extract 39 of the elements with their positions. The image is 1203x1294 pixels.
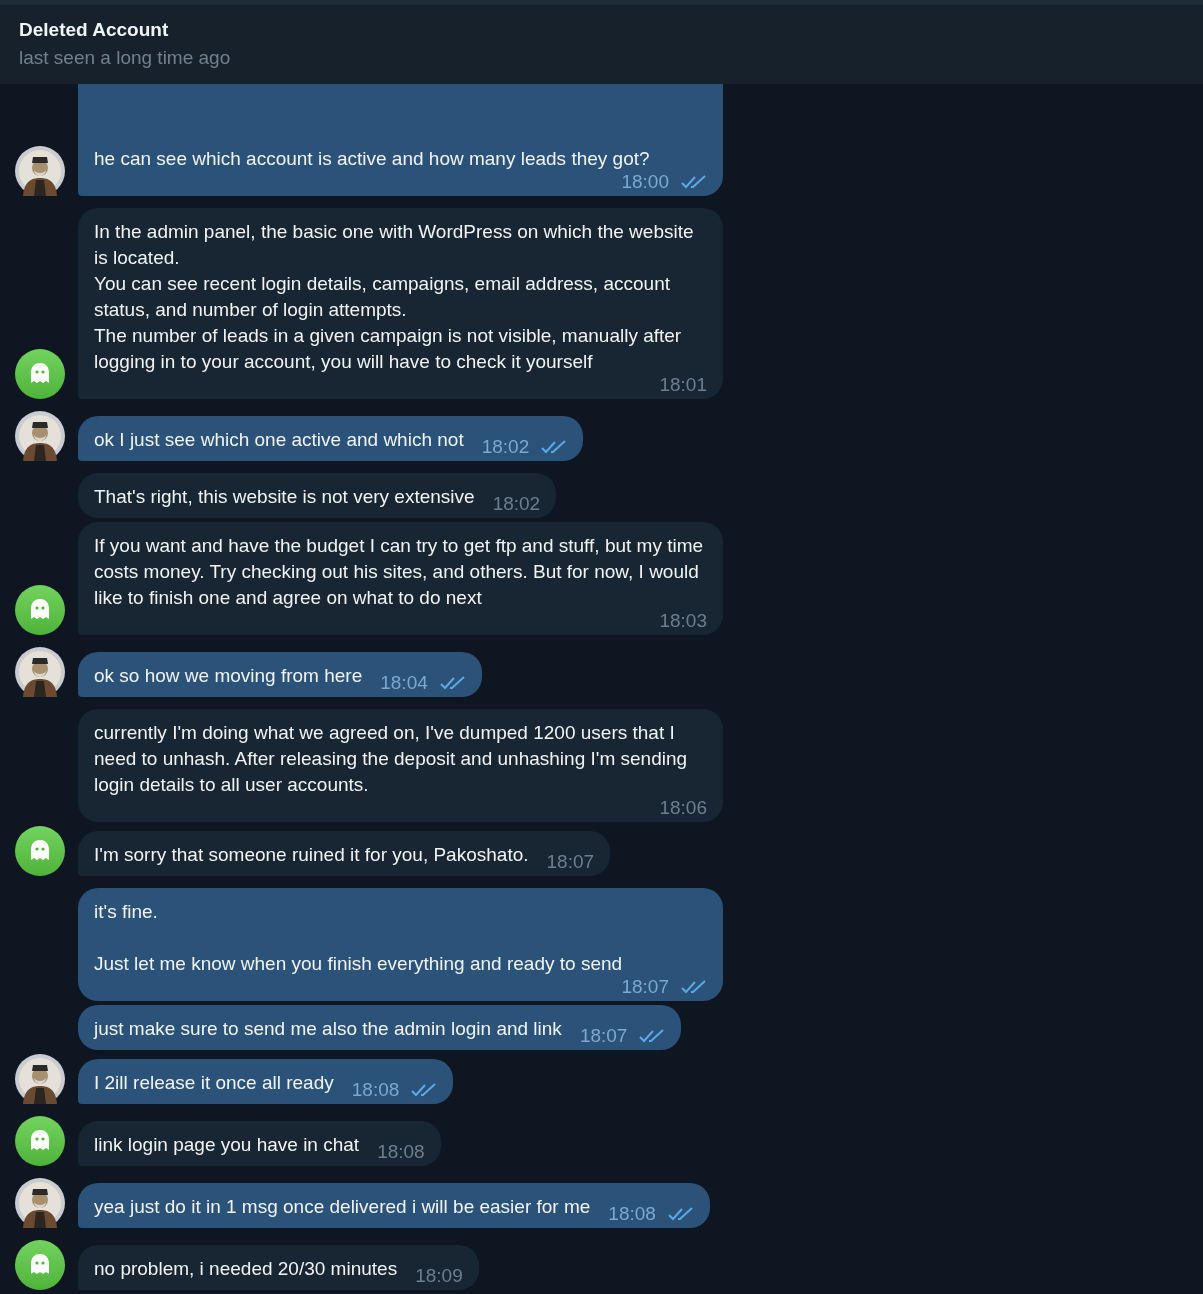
message-text: ok so how we moving from here bbox=[94, 664, 363, 688]
message-text: he can see which account is active and how many leads they got? bbox=[94, 147, 650, 171]
ghost-avatar[interactable] bbox=[15, 1240, 65, 1290]
message-time: 18:07 bbox=[621, 977, 669, 997]
message-time: 18:07 bbox=[546, 852, 595, 872]
message-time: 18:09 bbox=[415, 1266, 463, 1286]
contact-name: Deleted Account bbox=[19, 18, 170, 42]
last-seen-status: last seen a long time ago bbox=[19, 46, 232, 70]
person-avatar[interactable] bbox=[15, 146, 65, 196]
ghost-avatar[interactable] bbox=[15, 826, 65, 876]
message-time: 18:00 bbox=[621, 172, 669, 192]
message-time: 18:04 bbox=[380, 673, 428, 693]
person-avatar[interactable] bbox=[15, 411, 65, 461]
message-text: I'm sorry that someone ruined it for you, Pakoshato. bbox=[94, 843, 529, 867]
message-text: currently I'm doing what we agreed on, I've dumped 1200 users that I need to unhash. After releasing the deposit and unhashing I'm sending login details to all user accounts. bbox=[94, 721, 689, 797]
message-time: 18:07 bbox=[579, 1026, 628, 1046]
message-text: In the admin panel, the basic one with WordPress on which the website is located. You can see recent login details, campaigns, email address, account status, and number of login attempts. The number of leads in a given campaign is not visible, manually after logging in to your account, you will have to check it yourself bbox=[94, 220, 695, 374]
message-time: 18:02 bbox=[492, 494, 541, 514]
message-time: 18:08 bbox=[608, 1204, 656, 1224]
ghost-avatar[interactable] bbox=[15, 1116, 65, 1166]
message-text: yea just do it in 1 msg once delivered i will be easier for me bbox=[94, 1195, 591, 1219]
message-time: 18:08 bbox=[351, 1080, 400, 1100]
message-text: ok I just see which one active and which not bbox=[94, 428, 464, 452]
ghost-avatar[interactable] bbox=[15, 349, 65, 399]
person-avatar[interactable] bbox=[15, 1054, 65, 1104]
message-text: That's right, this website is not very extensive bbox=[94, 485, 475, 509]
message-text: just make sure to send me also the admin login and link bbox=[94, 1017, 562, 1041]
message-time: 18:01 bbox=[659, 375, 707, 395]
message-text: If you want and have the budget I can try to get ftp and stuff, but my time costs money. Try checking out his sites, and others. But for now, I would like to finish one and agree on what to do next bbox=[94, 534, 705, 610]
message-text: I 2ill release it once all ready bbox=[94, 1071, 334, 1095]
person-avatar[interactable] bbox=[15, 647, 65, 697]
message-time: 18:03 bbox=[659, 611, 707, 631]
message-time: 18:02 bbox=[481, 437, 530, 457]
message-text: no problem, i needed 20/30 minutes bbox=[94, 1257, 398, 1281]
message-text: link login page you have in chat bbox=[94, 1133, 360, 1157]
person-avatar[interactable] bbox=[15, 1178, 65, 1228]
ghost-avatar[interactable] bbox=[15, 585, 65, 635]
message-time: 18:06 bbox=[659, 798, 707, 818]
message-time: 18:08 bbox=[377, 1142, 425, 1162]
